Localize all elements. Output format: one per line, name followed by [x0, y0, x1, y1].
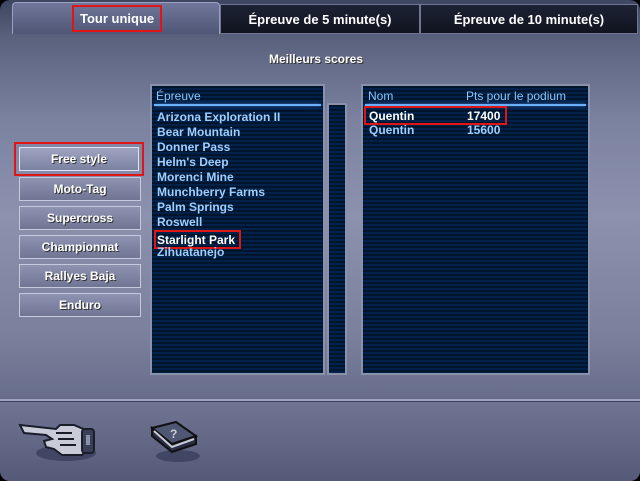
- name-column-header: Nom: [368, 89, 394, 103]
- event-header-divider: [154, 104, 321, 106]
- mode-moto-tag-button[interactable]: Moto-Tag: [19, 177, 141, 201]
- event-column-header: Épreuve: [156, 89, 201, 103]
- score-name: Quentin: [369, 123, 415, 137]
- mode-free-style-button[interactable]: Free style: [14, 142, 144, 176]
- event-item[interactable]: Munchberry Farms: [157, 185, 280, 200]
- event-item[interactable]: Helm's Deep: [157, 155, 280, 170]
- points-column-header: Pts pour le podium: [466, 89, 567, 103]
- event-item[interactable]: Zihuatanejo: [157, 245, 280, 260]
- event-item[interactable]: Roswell: [157, 215, 280, 230]
- mode-enduro-button[interactable]: Enduro: [19, 293, 141, 317]
- game-menu-screen: Tour unique Épreuve de 5 minute(s) Épreu…: [0, 0, 640, 481]
- tab-10-minute-event[interactable]: Épreuve de 10 minute(s): [420, 4, 638, 34]
- best-scores-title: Meilleurs scores: [268, 52, 364, 66]
- tab-5-minute-event[interactable]: Épreuve de 5 minute(s): [220, 4, 420, 34]
- mode-championship-button[interactable]: Championnat: [19, 235, 141, 259]
- event-list-scrollbar[interactable]: [327, 103, 347, 375]
- event-item[interactable]: Arizona Exploration II: [157, 110, 280, 125]
- event-item[interactable]: Palm Springs: [157, 200, 280, 215]
- help-book-icon[interactable]: ?: [146, 418, 202, 464]
- tab-single-round-label: Tour unique: [72, 5, 163, 32]
- tab-single-round[interactable]: Tour unique: [12, 2, 220, 34]
- event-item[interactable]: Morenci Mine: [157, 170, 280, 185]
- mode-free-style-label: Free style: [19, 147, 139, 171]
- mode-baja-rally-button[interactable]: Rallyes Baja: [19, 264, 141, 288]
- bottom-divider: [0, 399, 640, 401]
- tab-bar: Tour unique Épreuve de 5 minute(s) Épreu…: [0, 0, 640, 34]
- score-points: 15600: [467, 123, 501, 137]
- pointing-hand-icon[interactable]: [16, 405, 98, 465]
- mode-supercross-button[interactable]: Supercross: [19, 206, 141, 230]
- svg-text:?: ?: [170, 427, 177, 441]
- scores-panel: Nom Pts pour le podium Quentin 17400 Que…: [361, 84, 590, 375]
- event-item[interactable]: Bear Mountain: [157, 125, 280, 140]
- event-item[interactable]: Donner Pass: [157, 140, 280, 155]
- event-list-panel: Épreuve Arizona Exploration II Bear Moun…: [150, 84, 325, 375]
- event-list: Arizona Exploration II Bear Mountain Don…: [154, 110, 280, 260]
